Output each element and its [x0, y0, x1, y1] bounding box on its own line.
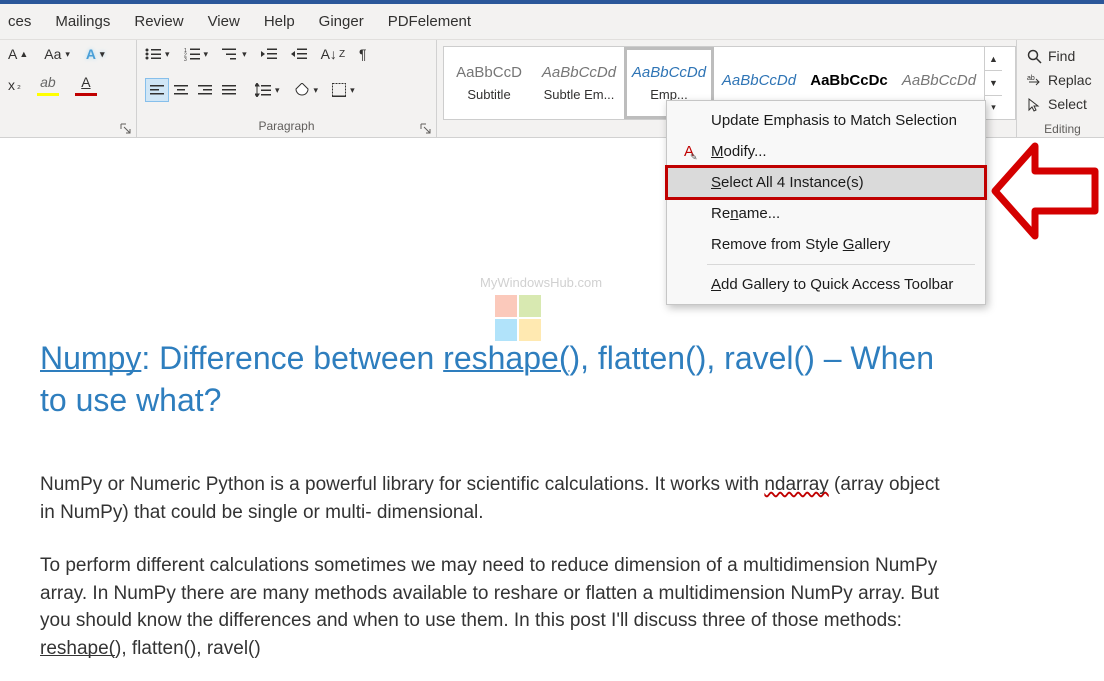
- align-group: [145, 78, 241, 102]
- document-paragraph-2: To perform different calculations someti…: [40, 552, 955, 662]
- line-spacing[interactable]: ▾: [255, 83, 280, 97]
- text-effects[interactable]: A▾: [86, 46, 105, 62]
- cursor-icon: [1027, 97, 1042, 112]
- font-color[interactable]: A: [75, 74, 97, 96]
- tab-help[interactable]: Help: [264, 13, 295, 30]
- font-group: A▲ Aa▾ A▾ x₂ ab A: [0, 40, 136, 137]
- menu-remove-from-gallery[interactable]: Remove from Style Gallery: [667, 229, 985, 260]
- document-heading: Numpy: Difference between reshape(), fla…: [40, 338, 955, 421]
- multilevel-list[interactable]: ▾: [222, 47, 247, 61]
- gallery-expand[interactable]: ▾: [985, 96, 1002, 119]
- tab-pdfelement[interactable]: PDFelement: [388, 13, 471, 30]
- gallery-scroll-down[interactable]: ▼: [985, 71, 1002, 95]
- replace-icon: ab: [1027, 73, 1042, 88]
- font-group-label: [0, 119, 136, 137]
- tab-review[interactable]: Review: [134, 13, 183, 30]
- show-hide[interactable]: ¶: [359, 46, 367, 62]
- tab-ginger[interactable]: Ginger: [319, 13, 364, 30]
- menu-add-to-qat[interactable]: Add Gallery to Quick Access Toolbar: [667, 269, 985, 300]
- increase-font-size[interactable]: A▲: [8, 46, 28, 62]
- borders[interactable]: ▾: [332, 83, 355, 97]
- align-right[interactable]: [193, 78, 217, 102]
- style-context-menu: Update Emphasis to Match Selection A✎ Mo…: [666, 100, 986, 305]
- shading[interactable]: ▾: [294, 83, 319, 97]
- style-subtitle[interactable]: AaBbCcD Subtitle: [444, 47, 534, 119]
- modify-icon: A✎: [679, 143, 699, 160]
- find-button[interactable]: Find: [1027, 48, 1098, 64]
- tab-view[interactable]: View: [208, 13, 240, 30]
- annotation-arrow: [990, 136, 1100, 246]
- ribbon-tabs: ces Mailings Review View Help Ginger PDF…: [0, 4, 1104, 40]
- increase-indent[interactable]: [291, 47, 307, 61]
- paragraph-group: ▾ 123▾ ▾ A↓Z ¶ ▾ ▾ ▾ Paragraph: [136, 40, 436, 137]
- align-left[interactable]: [145, 78, 169, 102]
- tab-mailings[interactable]: Mailings: [55, 13, 110, 30]
- select-button[interactable]: Select: [1027, 96, 1098, 112]
- document-paragraph-1: NumPy or Numeric Python is a powerful li…: [40, 471, 955, 526]
- decrease-indent[interactable]: [261, 47, 277, 61]
- paragraph-dialog-launcher[interactable]: [420, 123, 432, 135]
- menu-modify[interactable]: A✎ Modify...: [667, 136, 985, 167]
- highlight-color[interactable]: ab: [37, 74, 59, 96]
- tab-references-cut[interactable]: ces: [8, 13, 31, 30]
- change-case[interactable]: Aa▾: [44, 46, 70, 62]
- numbering[interactable]: 123▾: [184, 47, 209, 61]
- menu-select-all-instances[interactable]: Select All 4 Instance(s): [667, 167, 985, 198]
- editing-group: Find ab Replac Select Editing: [1016, 40, 1104, 137]
- align-center[interactable]: [169, 78, 193, 102]
- bullets[interactable]: ▾: [145, 47, 170, 61]
- sort[interactable]: A↓Z: [321, 46, 345, 62]
- menu-update-to-match[interactable]: Update Emphasis to Match Selection: [667, 105, 985, 136]
- search-icon: [1027, 49, 1042, 64]
- menu-separator: [707, 264, 975, 265]
- gallery-scroll-up[interactable]: ▲: [985, 47, 1002, 71]
- gallery-scroll: ▲ ▼ ▾: [984, 47, 1002, 119]
- menu-rename[interactable]: Rename...: [667, 198, 985, 229]
- style-subtle-emphasis[interactable]: AaBbCcDd Subtle Em...: [534, 47, 624, 119]
- justify[interactable]: [217, 78, 241, 102]
- paragraph-group-label: Paragraph: [137, 119, 436, 137]
- svg-text:3: 3: [184, 57, 187, 61]
- font-dialog-launcher[interactable]: [120, 123, 132, 135]
- replace-button[interactable]: ab Replac: [1027, 72, 1098, 88]
- subscript[interactable]: x₂: [8, 77, 21, 93]
- svg-text:ab: ab: [1027, 75, 1035, 82]
